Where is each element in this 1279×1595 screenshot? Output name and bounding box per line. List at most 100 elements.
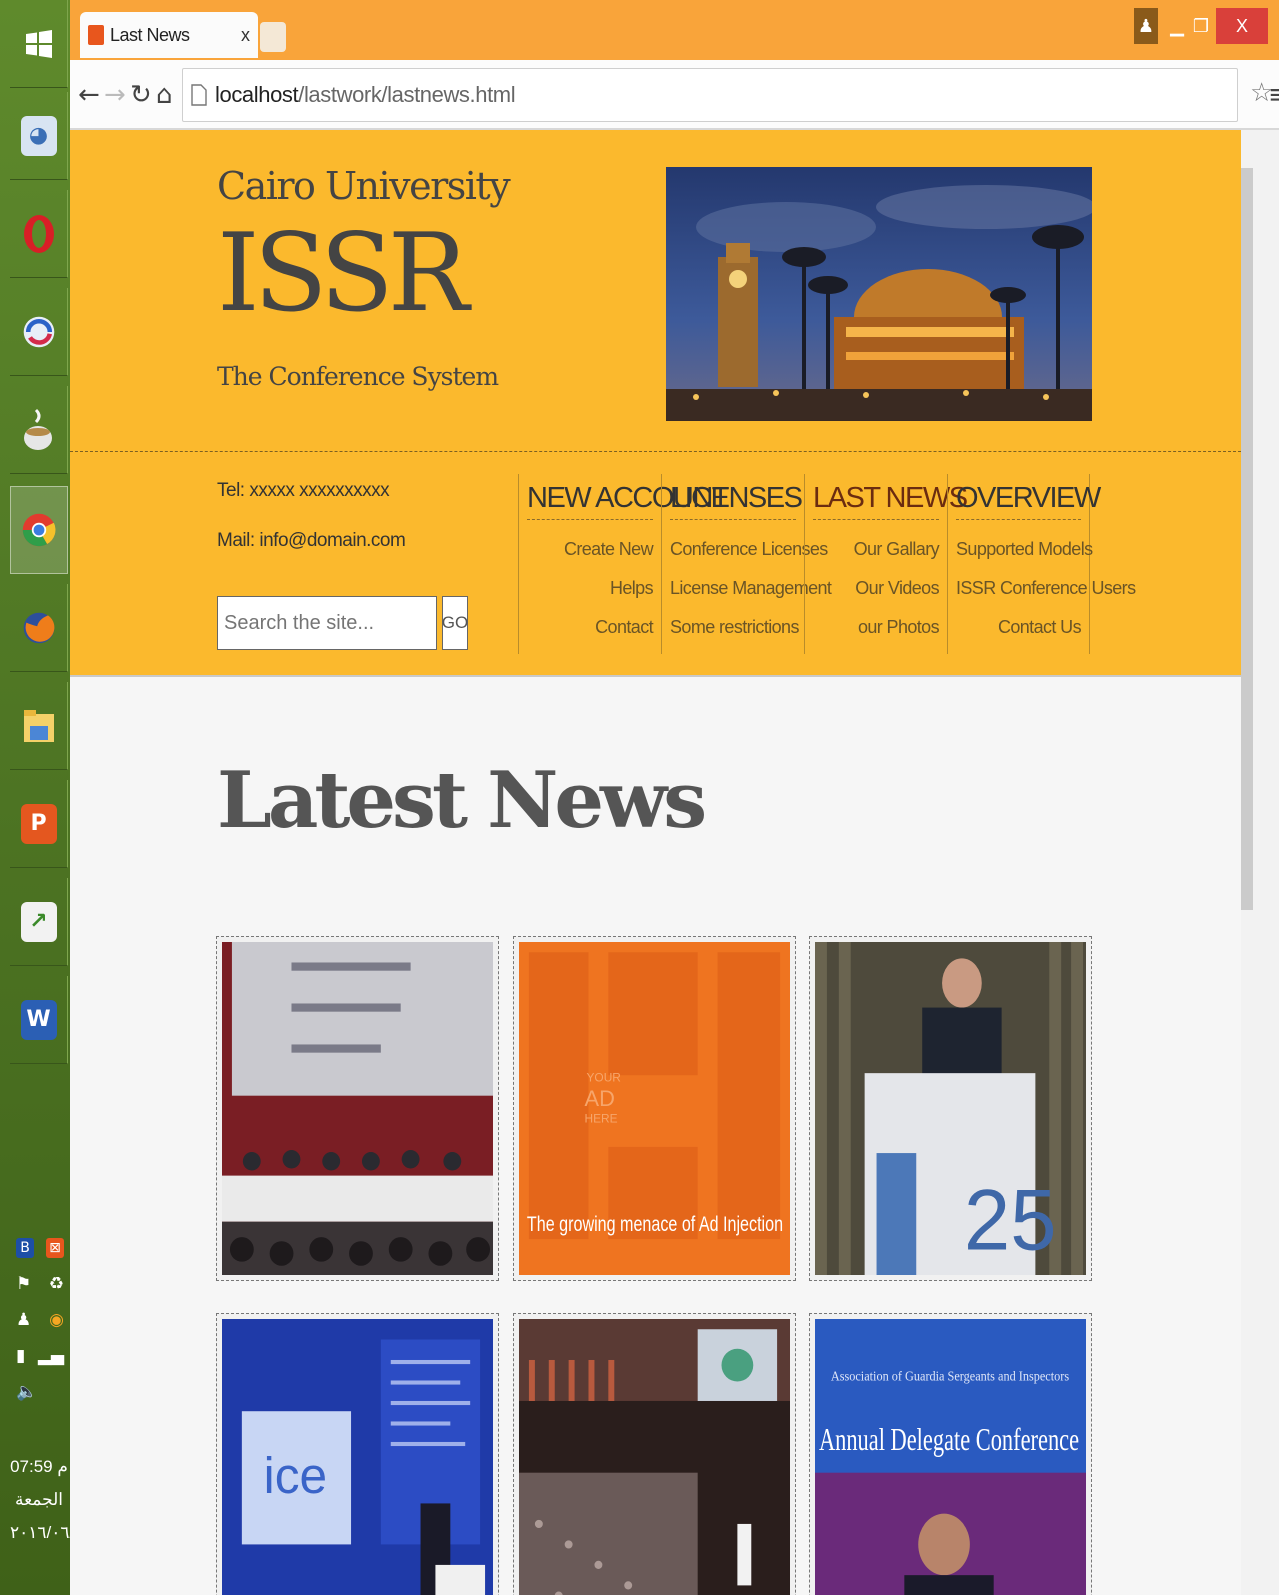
update-icon[interactable]: ◉	[49, 1310, 64, 1330]
browser-toolbar: ← → ↻ ⌂ localhost/lastwork/lastnews.html…	[70, 60, 1279, 130]
menu-item-our-videos[interactable]: Our Videos	[813, 569, 939, 608]
news-photo-ice: ice	[222, 1319, 493, 1595]
news-card-auditorium[interactable]	[513, 1313, 796, 1595]
url-path: /lastwork/lastnews.html	[298, 82, 516, 107]
new-tab-button[interactable]	[260, 22, 286, 52]
url-text: localhost/lastwork/lastnews.html	[215, 82, 516, 108]
news-card-panel-session[interactable]	[216, 936, 499, 1281]
podium-number: 25	[964, 1171, 1057, 1267]
word-icon: W	[20, 999, 57, 1040]
menu-item-our-photos[interactable]: our Photos	[813, 608, 940, 647]
news-card-ice-lecture[interactable]: ice	[216, 1313, 499, 1595]
taskbar-java[interactable]	[10, 386, 68, 474]
taskbar-app-swirl[interactable]	[10, 288, 68, 376]
ad-caption: The growing menace of Ad Injection	[527, 1213, 783, 1236]
menu-item-supported-models[interactable]: Supported Models	[956, 530, 1093, 569]
university-name: Cairo University	[217, 164, 511, 208]
browser-window-frame: Last News x ♟ ▁ ❐ X ← → ↻ ⌂ localhost/la…	[70, 0, 1279, 130]
clock-day: الجمعة	[14, 1490, 64, 1509]
tab-title: Last News	[110, 24, 190, 45]
system-tray: B ⊠ ⚑ ♻ ♟ ◉ ▮ ▂▄ 🔈	[16, 1230, 64, 1410]
banner-subtitle: Association of Guardia Sergeants and Ins…	[831, 1368, 1069, 1383]
menu-heading-licenses[interactable]: LICENSES	[670, 482, 803, 520]
menu-heading-new-account[interactable]: NEW ACCOUNT	[527, 482, 730, 520]
news-photo-conference: Association of Guardia Sergeants and Ins…	[815, 1319, 1086, 1595]
tab-close-icon[interactable]: x	[241, 25, 250, 46]
chrome-icon	[21, 510, 57, 550]
menu-heading-last-news[interactable]: LAST NEWS	[813, 482, 968, 520]
menu-heading-overview[interactable]: OVERVIEW	[956, 482, 1101, 520]
start-button[interactable]	[10, 0, 68, 88]
reload-icon[interactable]: ↻	[130, 80, 152, 110]
network-signal-icon[interactable]: ▂▄	[38, 1346, 64, 1366]
menu-item-helps[interactable]: Helps	[527, 569, 654, 608]
menu-item-contact-us[interactable]: Contact Us	[956, 608, 1082, 647]
taskbar-word[interactable]: W	[10, 976, 68, 1064]
chart-app-icon: ↗	[20, 901, 57, 942]
sync-icon[interactable]: ♻	[49, 1274, 64, 1294]
forward-arrow-icon[interactable]: →	[104, 80, 126, 110]
ad-text-ad: AD	[585, 1086, 615, 1111]
volume-icon[interactable]: 🔈	[16, 1382, 37, 1402]
scrollbar-thumb[interactable]	[1241, 168, 1253, 910]
powerpoint-icon: P	[20, 803, 57, 844]
menu-column-last-news: LAST NEWS Our Gallary Our Videos our Pho…	[804, 474, 968, 654]
xampp-icon[interactable]: ⊠	[46, 1238, 64, 1258]
flag-icon[interactable]: ⚑	[16, 1274, 31, 1294]
search-input[interactable]	[217, 596, 437, 650]
browser-menu-icon[interactable]: ≡	[1268, 80, 1279, 110]
taskbar: ◕ P ↗ W B ⊠ ⚑ ♻ ♟ ◉ ▮ ▂▄ 🔈 07:59 م الجمع…	[0, 0, 93, 1595]
news-photo-speaker: 25	[815, 942, 1086, 1275]
news-card-delegate-conference[interactable]: Association of Guardia Sergeants and Ins…	[809, 1313, 1092, 1595]
taskbar-firefox[interactable]	[10, 584, 68, 672]
taskbar-clock[interactable]: 07:59 م الجمعة ٢٠١٦/٠٦/٠٣	[10, 1450, 93, 1549]
coffee-cup-icon	[21, 408, 57, 450]
menu-item-license-management[interactable]: License Management	[670, 569, 832, 608]
address-bar[interactable]: localhost/lastwork/lastnews.html	[182, 68, 1238, 122]
conference-banner-text: Annual Delegate Conference	[819, 1422, 1079, 1458]
browser-tab[interactable]: Last News x	[80, 12, 258, 58]
notification-icon[interactable]: ♟	[16, 1310, 31, 1330]
ice-logo-text: ice	[264, 1446, 327, 1504]
menu-column-overview: OVERVIEW Supported Models ISSR Conferenc…	[947, 474, 1136, 654]
site-logo-text[interactable]: ISSR	[217, 220, 469, 328]
taskbar-project[interactable]: ↗	[10, 878, 68, 966]
header-navigation-area: Tel: xxxxx xxxxxxxxxx Mail: info@domain.…	[70, 452, 1241, 677]
menu-column-new-account: NEW ACCOUNT Create New Helps Contact	[518, 474, 730, 654]
back-arrow-icon[interactable]: ←	[78, 80, 100, 110]
file-explorer-icon	[21, 706, 57, 746]
menu-item-contact[interactable]: Contact	[527, 608, 653, 647]
news-card-speaker-podium[interactable]: 25	[809, 936, 1092, 1281]
taskbar-opera[interactable]	[10, 190, 68, 278]
hero-image-university-night	[666, 167, 1092, 421]
minimize-button[interactable]: ▁	[1164, 8, 1190, 44]
taskbar-paint[interactable]: ◕	[10, 92, 68, 180]
menu-item-create-new[interactable]: Create New	[527, 530, 654, 569]
swirl-app-icon	[21, 312, 57, 352]
menu-item-conference-licenses[interactable]: Conference Licenses	[670, 530, 828, 569]
clock-date: ٢٠١٦/٠٦/٠٣	[10, 1523, 93, 1542]
web-page: Cairo University ISSR The Conference Sys…	[70, 130, 1241, 1595]
bluetooth-icon[interactable]: B	[16, 1238, 34, 1258]
home-icon[interactable]: ⌂	[156, 80, 173, 110]
menu-item-our-gallary[interactable]: Our Gallary	[813, 530, 940, 569]
battery-icon[interactable]: ▮	[16, 1346, 25, 1366]
close-window-button[interactable]: X	[1216, 8, 1268, 44]
menu-item-issr-conference-users[interactable]: ISSR Conference Users	[956, 569, 1136, 608]
taskbar-powerpoint[interactable]: P	[10, 780, 68, 868]
url-host: localhost	[215, 82, 299, 107]
news-photo-panel	[222, 942, 493, 1275]
menu-column-licenses: LICENSES Conference Licenses License Man…	[661, 474, 832, 654]
taskbar-explorer[interactable]	[10, 682, 68, 770]
windows-logo-icon	[25, 29, 52, 58]
restore-button[interactable]: ❐	[1188, 8, 1214, 44]
xampp-favicon-icon	[88, 25, 104, 45]
user-profile-icon[interactable]: ♟	[1134, 8, 1158, 44]
news-card-ad-injection[interactable]: YOUR AD HERE The growing menace of Ad In…	[513, 936, 796, 1281]
search-go-button[interactable]: GO	[442, 596, 468, 650]
clock-time: 07:59 م	[10, 1457, 68, 1476]
taskbar-chrome[interactable]	[10, 486, 68, 574]
paint-palette-icon: ◕	[20, 115, 57, 156]
page-icon	[191, 84, 207, 106]
menu-item-some-restrictions[interactable]: Some restrictions	[670, 608, 799, 647]
